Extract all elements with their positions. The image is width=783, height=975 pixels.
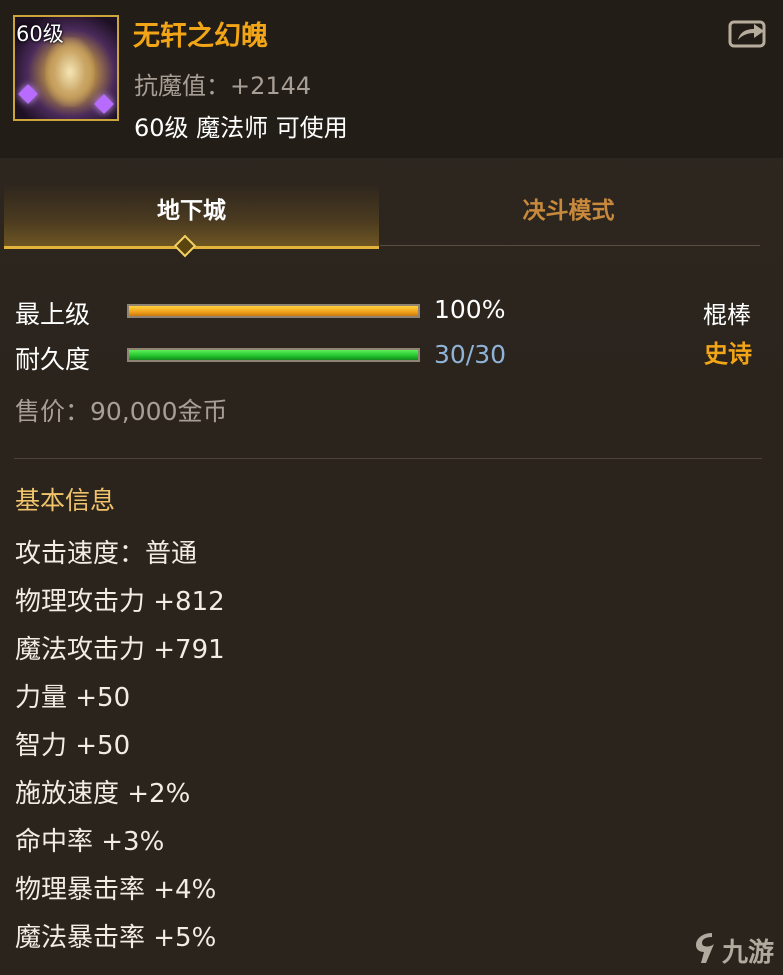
section-divider bbox=[14, 458, 762, 459]
item-header: 60级 无轩之幻魄 抗魔值：+2144 60级 魔法师 可使用 bbox=[0, 0, 783, 158]
durability-value: 30/30 bbox=[434, 340, 507, 369]
stat-line: 魔法暴击率 +5% bbox=[15, 923, 217, 953]
durability-bar bbox=[127, 348, 420, 362]
item-tooltip-panel: 60级 无轩之幻魄 抗魔值：+2144 60级 魔法师 可使用 地下城 决斗模式… bbox=[0, 0, 783, 975]
jiuyou-logo-icon bbox=[696, 933, 714, 963]
purple-star-icon bbox=[94, 94, 114, 114]
weapon-type: 棍棒 bbox=[703, 301, 751, 329]
grade-label: 最上级 bbox=[15, 300, 91, 329]
grade-value: 100% bbox=[434, 295, 506, 324]
stat-line: 命中率 +3% bbox=[15, 827, 165, 857]
durability-bar-fill bbox=[129, 350, 418, 360]
mode-tabs: 地下城 决斗模式 bbox=[4, 182, 762, 249]
item-name: 无轩之幻魄 bbox=[133, 21, 268, 52]
share-icon[interactable] bbox=[728, 18, 768, 48]
stat-line: 魔法攻击力 +791 bbox=[15, 635, 225, 665]
stat-line: 物理攻击力 +812 bbox=[15, 587, 225, 617]
rarity-label: 史诗 bbox=[704, 340, 752, 368]
tab-dungeon[interactable]: 地下城 bbox=[4, 182, 379, 249]
usable-by-text: 60级 魔法师 可使用 bbox=[134, 114, 348, 142]
stat-line: 力量 +50 bbox=[15, 683, 131, 713]
tab-pvp-mode[interactable]: 决斗模式 bbox=[381, 182, 756, 246]
watermark-text: 九游 bbox=[722, 938, 775, 968]
stat-line: 施放速度 +2% bbox=[15, 779, 191, 809]
stat-line: 物理暴击率 +4% bbox=[15, 875, 217, 905]
grade-bar bbox=[127, 304, 420, 318]
purple-star-icon bbox=[18, 84, 38, 104]
basic-info-title: 基本信息 bbox=[15, 486, 116, 515]
stat-line: 攻击速度：普通 bbox=[15, 539, 198, 569]
tab-divider bbox=[380, 245, 760, 246]
sell-price: 售价：90,000金币 bbox=[15, 397, 228, 426]
grade-bar-fill bbox=[129, 306, 418, 316]
item-level-badge: 60级 bbox=[16, 22, 64, 46]
durability-label: 耐久度 bbox=[15, 345, 91, 374]
stat-line: 智力 +50 bbox=[15, 731, 131, 761]
anti-magic-value: 抗魔值：+2144 bbox=[134, 72, 312, 100]
watermark: 九游 bbox=[692, 928, 778, 970]
